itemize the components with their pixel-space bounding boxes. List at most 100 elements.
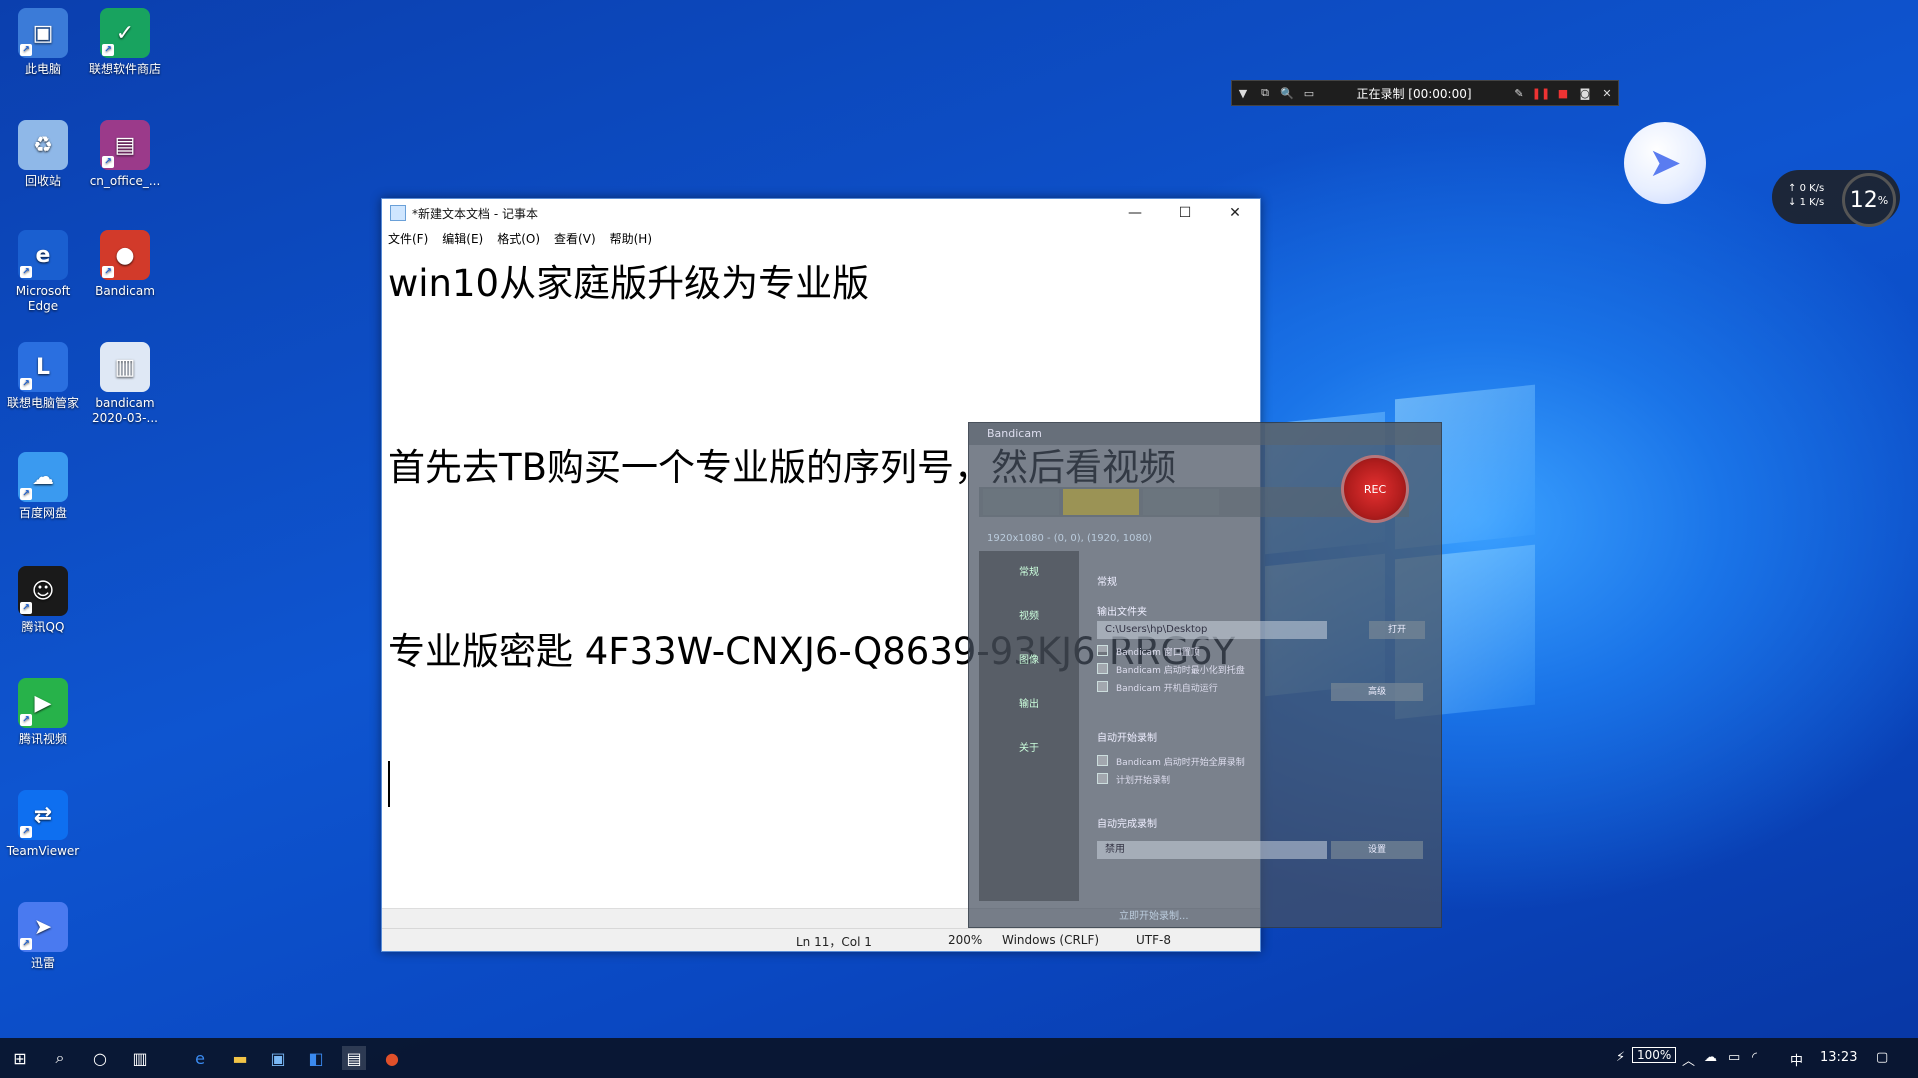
desktop-icon[interactable]: ➤ ↗ 迅雷 xyxy=(0,902,86,971)
desktop-icon[interactable]: ▣ ↗ 此电脑 xyxy=(0,8,86,77)
desktop-icon[interactable]: ▶ ↗ 腾讯视频 xyxy=(0,678,86,747)
desktop-icon-label: 百度网盘 xyxy=(18,506,67,520)
baidu-netdisk-icon: ☁ ↗ xyxy=(18,452,68,502)
shortcut-arrow-icon: ↗ xyxy=(20,488,32,500)
bandicam-taskbar-icon[interactable]: ● xyxy=(380,1046,404,1070)
desktop-icon[interactable]: ☺ ↗ 腾讯QQ xyxy=(0,566,86,635)
shortcut-arrow-icon: ↗ xyxy=(20,714,32,726)
desktop-icon-label: Bandicam xyxy=(95,284,155,298)
window-title: *新建文本文档 - 记事本 xyxy=(412,206,538,221)
desktop-icon[interactable]: ▥ bandicam 2020-03-... xyxy=(82,342,168,426)
lenovo-taskbar-icon[interactable]: ◧ xyxy=(304,1046,328,1070)
chevron-up-icon[interactable]: ︿ xyxy=(1682,1050,1695,1069)
auto-stop-select[interactable]: 禁用 xyxy=(1097,841,1327,859)
desktop-icon[interactable]: L ↗ 联想电脑管家 xyxy=(0,342,86,411)
file-icon: ▥ xyxy=(100,342,150,392)
taskbar: ⊞ ⌕ ○ ▥ e ▬ ▣ ◧ ▤ ● ⚡ 100% ︿ ☁ ▭ ◜ 中 13:… xyxy=(0,1038,1918,1078)
device-icon[interactable]: ▭ xyxy=(1728,1050,1740,1065)
shortcut-arrow-icon: ↗ xyxy=(20,44,32,56)
search-icon[interactable]: ⌕ xyxy=(48,1046,72,1070)
option-autostart[interactable]: Bandicam 开机自动运行 xyxy=(1097,681,1218,694)
store-taskbar-icon[interactable]: ▣ xyxy=(266,1046,290,1070)
stop-icon[interactable]: ■ xyxy=(1552,87,1574,100)
desktop-icon-label: TeamViewer xyxy=(6,844,80,858)
advanced-button[interactable]: 高级 xyxy=(1331,683,1423,701)
desktop-icon[interactable]: ♻ 回收站 xyxy=(0,120,86,189)
cloud-icon[interactable]: ☁ xyxy=(1704,1050,1717,1065)
desktop-icon[interactable]: ● ↗ Bandicam xyxy=(82,230,168,299)
settings-button[interactable]: 设置 xyxy=(1331,841,1423,859)
desktop-icon-label: cn_office_... xyxy=(89,174,161,188)
camera-icon[interactable]: ◙ xyxy=(1574,87,1596,100)
desktop-icon[interactable]: ▤ ↗ cn_office_... xyxy=(82,120,168,189)
menu-edit[interactable]: 编辑(E) xyxy=(442,230,483,247)
wifi-icon[interactable]: ◜ xyxy=(1752,1050,1757,1065)
upload-arrow-icon: ↑ xyxy=(1788,183,1797,194)
battery-indicator[interactable]: 100% xyxy=(1632,1047,1677,1063)
tab-game[interactable] xyxy=(983,489,1059,515)
menu-file[interactable]: 文件(F) xyxy=(388,230,428,247)
desktop-icon-label: 迅雷 xyxy=(30,956,55,970)
edge-taskbar-icon[interactable]: e xyxy=(188,1046,212,1070)
xunlei-floating-icon[interactable]: ➤ xyxy=(1624,122,1706,204)
menu-format[interactable]: 格式(O) xyxy=(497,230,540,247)
task-view-icon[interactable]: ▥ xyxy=(128,1046,152,1070)
output-path-field[interactable]: C:\Users\hp\Desktop xyxy=(1097,621,1327,639)
section-auto-start: 自动开始录制 xyxy=(1097,733,1157,744)
plug-icon[interactable]: ⚡ xyxy=(1616,1050,1625,1065)
qq-icon: ☺ ↗ xyxy=(18,566,68,616)
desktop-icon-label: 联想电脑管家 xyxy=(6,396,79,410)
bandicam-footer: 立即开始录制... xyxy=(1119,911,1189,922)
fullscreen-icon[interactable]: ▭ xyxy=(1298,87,1320,100)
download-speed: 1 K/s xyxy=(1799,197,1825,208)
clock[interactable]: 13:23 xyxy=(1820,1050,1857,1065)
tab-device[interactable] xyxy=(1143,489,1219,515)
pause-icon[interactable]: ❚❚ xyxy=(1530,87,1552,100)
option-schedule[interactable]: 计划开始录制 xyxy=(1097,773,1170,786)
pen-icon[interactable]: ✎ xyxy=(1508,87,1530,100)
zoom-level: 200% xyxy=(948,933,983,947)
notepad-taskbar-icon[interactable]: ▤ xyxy=(342,1046,366,1070)
desktop-icon[interactable]: ☁ ↗ 百度网盘 xyxy=(0,452,86,521)
desktop-icon[interactable]: e ↗ Microsoft Edge xyxy=(0,230,86,314)
section-general: 常规 xyxy=(1097,577,1117,588)
file-explorer-icon[interactable]: ▬ xyxy=(228,1046,252,1070)
maximize-button[interactable]: ☐ xyxy=(1160,205,1210,221)
tab-screen[interactable] xyxy=(1063,489,1139,515)
shortcut-arrow-icon: ↗ xyxy=(102,266,114,278)
menu-view[interactable]: 查看(V) xyxy=(554,230,596,247)
bandicam-titlebar[interactable]: Bandicam xyxy=(969,423,1441,445)
sidebar-item-video[interactable]: 视频 xyxy=(979,595,1079,639)
close-button[interactable]: ✕ xyxy=(1210,205,1260,221)
sidebar-item-output[interactable]: 输出 xyxy=(979,683,1079,727)
window-icon[interactable]: ⧉ xyxy=(1254,86,1276,100)
bandicam-sidebar: 常规 视频 图像 输出 关于 xyxy=(979,551,1079,901)
cortana-icon[interactable]: ○ xyxy=(88,1046,112,1070)
menu-help[interactable]: 帮助(H) xyxy=(610,230,652,247)
zoom-icon[interactable]: 🔍 xyxy=(1276,87,1298,100)
dropdown-icon[interactable]: ▼ xyxy=(1232,87,1254,100)
minimize-button[interactable]: — xyxy=(1110,205,1160,221)
option-minimize[interactable]: Bandicam 启动时最小化到托盘 xyxy=(1097,663,1245,676)
network-speed-widget[interactable]: ↑ 0 K/s ↓ 1 K/s 12% xyxy=(1772,170,1900,227)
desktop-icon-label: Microsoft Edge xyxy=(15,284,71,313)
section-auto-stop: 自动完成录制 xyxy=(1097,819,1157,830)
shortcut-arrow-icon: ↗ xyxy=(20,938,32,950)
shortcut-arrow-icon: ↗ xyxy=(20,378,32,390)
notification-icon[interactable]: ▢ xyxy=(1876,1050,1888,1065)
open-button[interactable]: 打开 xyxy=(1369,621,1425,639)
desktop-icon-label: 腾讯视频 xyxy=(18,732,67,746)
option-topmost[interactable]: Bandicam 窗口置顶 xyxy=(1097,645,1200,658)
desktop-icon[interactable]: ⇄ ↗ TeamViewer xyxy=(0,790,86,859)
close-icon[interactable]: ✕ xyxy=(1596,87,1618,100)
sidebar-item-about[interactable]: 关于 xyxy=(979,727,1079,771)
input-method[interactable]: 中 xyxy=(1790,1050,1803,1069)
desktop-icon[interactable]: ✓ ↗ 联想软件商店 xyxy=(82,8,168,77)
sidebar-item-general[interactable]: 常规 xyxy=(979,551,1079,595)
notepad-titlebar[interactable]: *新建文本文档 - 记事本 — ☐ ✕ xyxy=(382,199,1260,227)
start-windows-icon[interactable]: ⊞ xyxy=(8,1046,32,1070)
option-auto-start-fullscreen[interactable]: Bandicam 启动时开始全屏录制 xyxy=(1097,755,1245,768)
tencent-video-icon: ▶ ↗ xyxy=(18,678,68,728)
sidebar-item-image[interactable]: 图像 xyxy=(979,639,1079,683)
rec-button[interactable]: REC xyxy=(1341,455,1409,523)
